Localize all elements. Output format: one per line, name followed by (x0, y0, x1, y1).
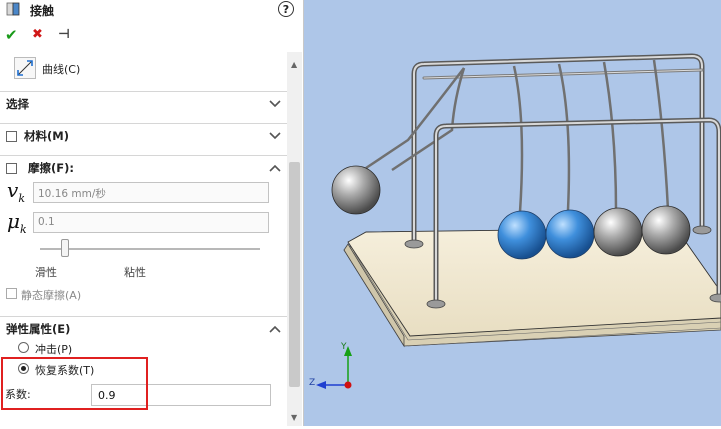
static-friction-label: 静态摩擦(A) (21, 289, 82, 302)
scroll-down-icon[interactable]: ▼ (291, 413, 297, 422)
y-axis-label: Y (341, 342, 347, 352)
slider-right-label: 粘性 (124, 266, 146, 279)
newtons-cradle-model (316, 53, 721, 389)
mu-coefficient-field[interactable]: 0.1 (33, 212, 269, 233)
pendulum-strings (365, 59, 670, 213)
panel-scrollbar[interactable]: ▲ ▼ (287, 52, 302, 426)
help-icon[interactable]: ? (278, 1, 294, 17)
cancel-button[interactable]: ✖ (32, 27, 43, 42)
ok-button[interactable]: ✔ (5, 26, 18, 44)
chevron-up-icon[interactable] (268, 322, 282, 336)
blue-ball-2[interactable] (545, 209, 595, 259)
axis-triad[interactable] (316, 346, 352, 389)
static-friction-checkbox[interactable] (6, 288, 17, 299)
impact-radio[interactable] (18, 342, 29, 353)
elastic-section-label: 弹性属性(E) (6, 322, 71, 336)
material-checkbox[interactable] (6, 131, 17, 142)
friction-section-label: 摩擦(F): (28, 161, 74, 175)
pin-button[interactable]: ⊣ (58, 27, 70, 42)
swinging-steel-ball[interactable] (331, 165, 381, 215)
vk-symbol: vk (7, 178, 25, 205)
scroll-up-icon[interactable]: ▲ (291, 60, 297, 69)
select-section-label: 选择 (6, 97, 29, 111)
blue-ball-1[interactable] (497, 210, 547, 260)
panel-title: 接触 (30, 4, 55, 18)
impact-label: 冲击(P) (35, 343, 73, 356)
curve-label: 曲线(C) (42, 63, 81, 76)
mu-symbol: μk (7, 209, 27, 236)
z-axis-label: Z (309, 378, 316, 388)
friction-slider-track[interactable] (40, 248, 260, 250)
graphics-viewport[interactable]: Y Z (304, 0, 721, 426)
title-bar: 接触 ? (0, 0, 303, 20)
highlight-box (1, 357, 148, 410)
chevron-down-icon[interactable] (268, 129, 282, 143)
steel-ball-4[interactable] (641, 205, 691, 255)
chevron-up-icon[interactable] (268, 161, 282, 175)
friction-checkbox[interactable] (6, 163, 17, 174)
curve-selection-icon[interactable] (14, 57, 36, 79)
vk-velocity-field[interactable]: 10.16 mm/秒 (33, 182, 269, 203)
slider-left-label: 滑性 (35, 266, 57, 279)
select-section-header[interactable]: 选择 (0, 91, 287, 114)
elastic-section-header[interactable]: 弹性属性(E) (0, 316, 287, 339)
contact-icon (6, 2, 20, 16)
action-buttons: ✔ ✖ ⊣ (0, 26, 100, 46)
property-manager: 接触 ? ✔ ✖ ⊣ 曲线(C) 选择 材料(M) 摩擦(F): vk 10.1… (0, 0, 304, 426)
steel-ball-3[interactable] (593, 207, 643, 257)
friction-slider-thumb[interactable] (61, 239, 69, 257)
material-section-header[interactable]: 材料(M) (0, 123, 287, 146)
material-section-label: 材料(M) (24, 129, 69, 143)
friction-section-header[interactable]: 摩擦(F): (0, 155, 287, 178)
scroll-thumb[interactable] (289, 162, 300, 387)
chevron-down-icon[interactable] (268, 97, 282, 111)
